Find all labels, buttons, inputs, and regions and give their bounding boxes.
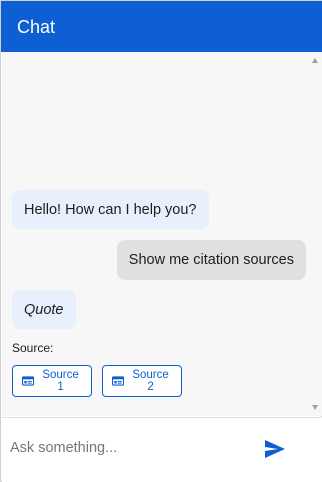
source-label: Source:: [12, 341, 54, 355]
chat-title: Chat: [17, 17, 56, 37]
message-input[interactable]: [10, 436, 250, 460]
message-text: Quote: [24, 301, 64, 318]
scrollbar[interactable]: [308, 52, 322, 416]
source-button-label: Source 1: [42, 369, 79, 393]
document-card-icon: [112, 376, 125, 386]
source-2-button[interactable]: Source 2: [102, 365, 182, 397]
scroll-down-arrow[interactable]: [312, 405, 318, 410]
document-card-icon: [22, 376, 35, 386]
source-1-button[interactable]: Source 1: [12, 365, 92, 397]
send-icon: [265, 440, 285, 458]
message-text: Show me citation sources: [128, 252, 294, 268]
message-list[interactable]: Hello! How can I help you? Show me citat…: [2, 52, 322, 416]
bot-message: Quote: [12, 290, 76, 329]
scroll-up-arrow[interactable]: [312, 58, 318, 63]
chat-header: Chat: [1, 1, 322, 52]
bot-message: Hello! How can I help you?: [12, 190, 209, 229]
message-text: Hello! How can I help you?: [24, 201, 197, 218]
send-button[interactable]: [262, 438, 288, 462]
composer: [2, 417, 322, 482]
chat-window: Chat Hello! How can I help you? Show me …: [0, 0, 322, 482]
source-button-label: Source 2: [132, 369, 169, 393]
user-message: Show me citation sources: [116, 240, 306, 280]
